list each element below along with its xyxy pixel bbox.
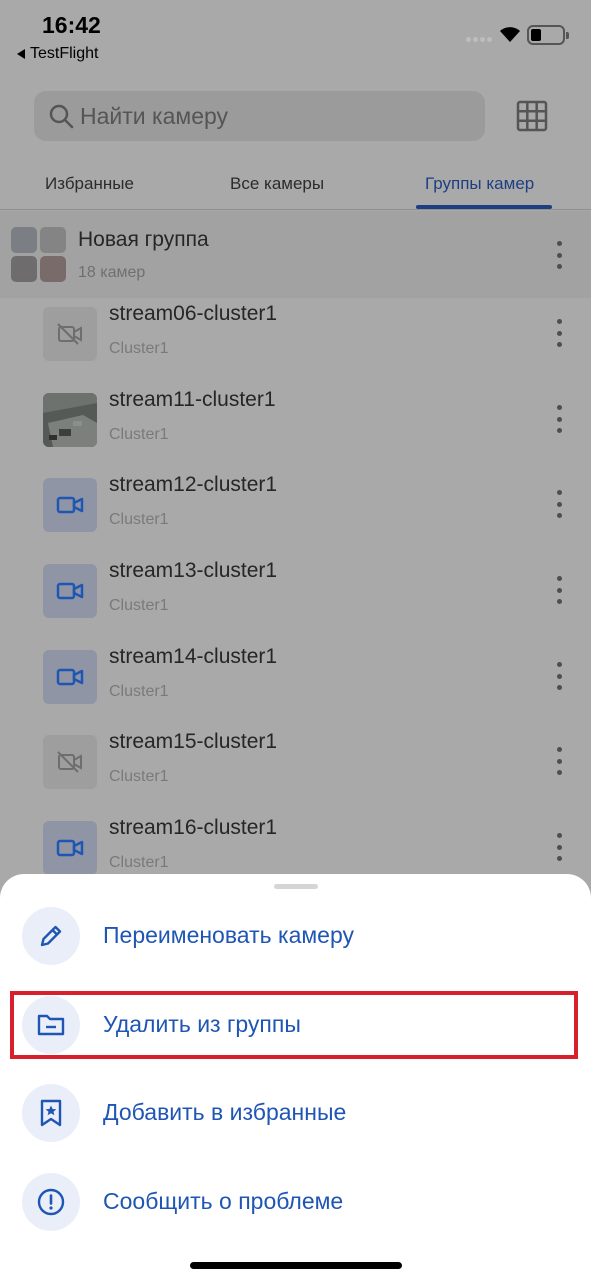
battery-icon	[527, 25, 569, 45]
add-to-favorites-action[interactable]: Добавить в избранные	[0, 1073, 591, 1153]
home-indicator	[190, 1262, 402, 1269]
group-thumb	[11, 256, 37, 282]
video-off-icon	[57, 323, 82, 345]
video-camera-icon	[56, 582, 84, 600]
camera-cluster: Cluster1	[109, 768, 169, 785]
video-off-icon	[57, 751, 82, 773]
action-sheet: Переименовать камеру Удалить из группы Д…	[0, 874, 591, 1280]
video-camera-icon	[56, 668, 84, 686]
camera-row[interactable]: stream06-cluster1 Cluster1	[0, 298, 591, 384]
camera-cluster: Cluster1	[109, 426, 169, 443]
grid-view-icon[interactable]	[516, 100, 548, 132]
tab-bar: Избранные Все камеры Группы камер	[0, 160, 591, 210]
camera-row[interactable]: stream15-cluster1 Cluster1	[0, 726, 591, 812]
camera-thumbnail	[43, 393, 97, 447]
video-camera-icon	[56, 496, 84, 514]
more-vertical-icon[interactable]	[555, 576, 563, 604]
rename-camera-action[interactable]: Переименовать камеру	[0, 896, 591, 976]
more-vertical-icon[interactable]	[555, 833, 563, 861]
camera-thumbnail	[43, 650, 97, 704]
more-vertical-icon[interactable]	[555, 405, 563, 433]
camera-preview-image	[43, 393, 97, 447]
camera-name: stream06-cluster1	[109, 302, 278, 325]
camera-thumbnail	[43, 307, 97, 361]
camera-thumbnail	[43, 478, 97, 532]
alert-circle-icon	[37, 1188, 65, 1216]
action-label: Сообщить о проблеме	[103, 1188, 344, 1214]
action-label: Переименовать камеру	[103, 922, 355, 948]
group-thumb	[40, 227, 66, 253]
camera-name: stream11-cluster1	[109, 388, 276, 411]
action-icon-circle	[22, 907, 80, 965]
action-label: Добавить в избранные	[103, 1099, 347, 1125]
camera-name: stream12-cluster1	[109, 473, 278, 496]
camera-cluster: Cluster1	[109, 340, 169, 357]
tab-camera-groups[interactable]: Группы камер	[425, 174, 534, 194]
back-to-app-link[interactable]: TestFlight	[17, 45, 98, 63]
camera-row[interactable]: stream14-cluster1 Cluster1	[0, 641, 591, 727]
tab-all-cameras[interactable]: Все камеры	[230, 174, 324, 194]
group-thumb	[40, 256, 66, 282]
status-time: 16:42	[42, 12, 101, 38]
tab-favorites[interactable]: Избранные	[45, 174, 134, 194]
group-row[interactable]: Новая группа 18 камер	[0, 211, 591, 298]
camera-name: stream16-cluster1	[109, 816, 278, 839]
camera-name: stream14-cluster1	[109, 645, 278, 668]
group-thumbnails	[11, 227, 67, 283]
more-vertical-icon[interactable]	[555, 241, 563, 269]
camera-thumbnail	[43, 735, 97, 789]
search-bar[interactable]: Найти камеру	[34, 91, 485, 141]
group-thumb	[11, 227, 37, 253]
group-camera-count: 18 камер	[78, 264, 146, 281]
camera-row[interactable]: stream13-cluster1 Cluster1	[0, 555, 591, 641]
camera-cluster: Cluster1	[109, 854, 169, 871]
camera-row[interactable]: stream12-cluster1 Cluster1	[0, 469, 591, 555]
pencil-icon	[40, 925, 62, 947]
back-arrow-icon	[17, 49, 25, 59]
more-vertical-icon[interactable]	[555, 747, 563, 775]
camera-name: stream13-cluster1	[109, 559, 278, 582]
action-icon-circle	[22, 1173, 80, 1231]
wifi-icon	[500, 27, 520, 42]
report-problem-action[interactable]: Сообщить о проблеме	[0, 1162, 591, 1242]
bookmark-star-icon	[40, 1099, 62, 1127]
camera-thumbnail	[43, 564, 97, 618]
cellular-signal-icon	[466, 37, 492, 42]
camera-thumbnail	[43, 821, 97, 875]
action-icon-circle	[22, 1084, 80, 1142]
camera-cluster: Cluster1	[109, 683, 169, 700]
search-input[interactable]: Найти камеру	[80, 103, 228, 130]
search-icon	[49, 104, 74, 129]
group-title: Новая группа	[78, 228, 209, 251]
active-tab-indicator	[416, 205, 552, 209]
sheet-drag-handle[interactable]	[274, 884, 318, 889]
back-app-label: TestFlight	[30, 45, 99, 62]
camera-cluster: Cluster1	[109, 597, 169, 614]
camera-row[interactable]: stream11-cluster1 Cluster1	[0, 384, 591, 470]
video-camera-icon	[56, 839, 84, 857]
highlight-annotation-box	[10, 991, 578, 1059]
camera-name: stream15-cluster1	[109, 730, 278, 753]
more-vertical-icon[interactable]	[555, 319, 563, 347]
more-vertical-icon[interactable]	[555, 490, 563, 518]
status-bar: 16:42 TestFlight	[0, 0, 591, 80]
more-vertical-icon[interactable]	[555, 662, 563, 690]
camera-cluster: Cluster1	[109, 511, 169, 528]
